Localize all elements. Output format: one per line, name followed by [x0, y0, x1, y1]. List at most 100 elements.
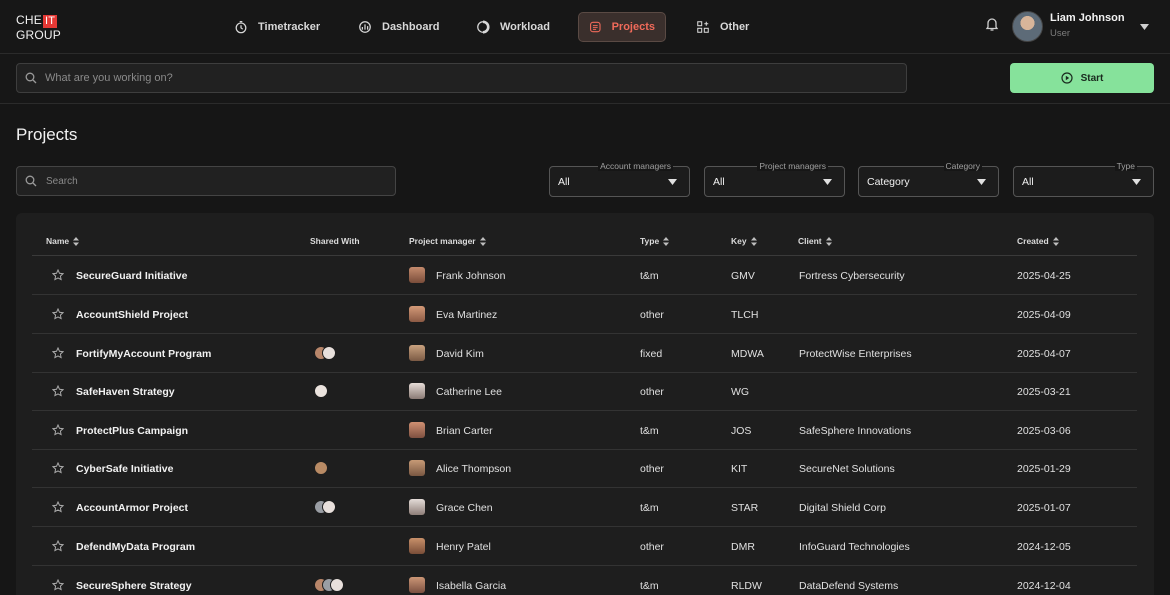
- filter-value: All: [558, 175, 570, 188]
- manager-avatar: [409, 422, 425, 438]
- time-entry-bar: What are you working on? Start: [0, 54, 1170, 104]
- shared-with-avatars[interactable]: [314, 346, 336, 360]
- column-label: Key: [731, 236, 747, 246]
- star-icon[interactable]: [52, 501, 64, 513]
- table-row[interactable]: SafeHaven Strategy Catherine Lee other W…: [32, 372, 1137, 411]
- client-name: SecureNet Solutions: [799, 463, 895, 475]
- column-label: Shared With: [310, 236, 360, 246]
- column-header-client[interactable]: Client: [798, 236, 832, 246]
- project-name[interactable]: AccountArmor Project: [76, 502, 188, 514]
- project-managers-select[interactable]: Project managers All: [704, 161, 845, 197]
- table-row[interactable]: AccountArmor Project Grace Chen t&m STAR…: [32, 488, 1137, 527]
- column-header-created[interactable]: Created: [1017, 236, 1059, 246]
- client-name: InfoGuard Technologies: [799, 541, 910, 553]
- column-header-key[interactable]: Key: [731, 236, 757, 246]
- project-type: other: [640, 463, 664, 475]
- column-label: Client: [798, 236, 822, 246]
- project-name[interactable]: CyberSafe Initiative: [76, 463, 173, 475]
- manager-avatar: [409, 460, 425, 476]
- chevron-down-icon: [668, 179, 677, 185]
- nav-dashboard[interactable]: Dashboard: [348, 12, 449, 42]
- table-row[interactable]: DefendMyData Program Henry Patel other D…: [32, 527, 1137, 566]
- star-icon[interactable]: [52, 347, 64, 359]
- work-description-input[interactable]: What are you working on?: [16, 63, 907, 93]
- sort-icon: [663, 236, 670, 246]
- filter-label: Type: [1114, 161, 1137, 171]
- project-search-input[interactable]: Search: [16, 166, 396, 196]
- project-name[interactable]: SecureSphere Strategy: [76, 580, 192, 592]
- star-icon[interactable]: [52, 462, 64, 474]
- star-icon[interactable]: [52, 385, 64, 397]
- column-header-project-manager[interactable]: Project manager: [409, 236, 486, 246]
- table-row[interactable]: SecureGuard Initiative Frank Johnson t&m…: [32, 256, 1137, 295]
- start-label: Start: [1080, 72, 1104, 84]
- shared-avatar: [322, 500, 336, 514]
- dashboard-icon: [359, 21, 371, 33]
- project-name[interactable]: AccountShield Project: [76, 309, 188, 321]
- created-date: 2025-04-25: [1017, 270, 1071, 282]
- work-input-placeholder: What are you working on?: [45, 72, 173, 84]
- shared-avatar: [314, 384, 328, 398]
- shared-avatar: [330, 578, 344, 592]
- project-key: TLCH: [731, 309, 759, 321]
- created-date: 2025-03-06: [1017, 425, 1071, 437]
- column-label: Project manager: [409, 236, 476, 246]
- search-icon: [25, 175, 37, 187]
- user-avatar[interactable]: [1012, 11, 1043, 42]
- column-header-name[interactable]: Name: [46, 236, 80, 246]
- table-row[interactable]: ProtectPlus Campaign Brian Carter t&m JO…: [32, 411, 1137, 450]
- sort-icon: [750, 236, 757, 246]
- column-header-type[interactable]: Type: [640, 236, 670, 246]
- sort-icon: [479, 236, 486, 246]
- type-select[interactable]: Type All: [1013, 161, 1154, 197]
- project-name[interactable]: DefendMyData Program: [76, 541, 195, 553]
- manager-name: Henry Patel: [436, 541, 491, 553]
- project-key: WG: [731, 386, 750, 398]
- shared-with-avatars[interactable]: [314, 500, 336, 514]
- table-row[interactable]: FortifyMyAccount Program David Kim fixed…: [32, 334, 1137, 373]
- star-icon[interactable]: [52, 540, 64, 552]
- project-type: fixed: [640, 348, 663, 360]
- manager-avatar: [409, 345, 425, 361]
- project-name[interactable]: SafeHaven Strategy: [76, 386, 175, 398]
- shared-with-avatars[interactable]: [314, 461, 328, 475]
- star-icon[interactable]: [52, 269, 64, 281]
- project-name[interactable]: SecureGuard Initiative: [76, 270, 187, 282]
- project-name[interactable]: FortifyMyAccount Program: [76, 348, 211, 360]
- created-date: 2025-03-21: [1017, 386, 1071, 398]
- shared-with-avatars[interactable]: [314, 384, 328, 398]
- company-logo[interactable]: CHE IT GROUP: [16, 13, 61, 43]
- shared-avatar: [314, 461, 328, 475]
- project-type: t&m: [640, 502, 659, 514]
- project-type: other: [640, 386, 664, 398]
- nav-other[interactable]: Other: [686, 12, 759, 42]
- nav-workload[interactable]: Workload: [466, 12, 560, 42]
- chevron-down-icon[interactable]: [1140, 24, 1149, 30]
- bell-icon[interactable]: [984, 16, 1000, 32]
- nav-projects[interactable]: Projects: [578, 12, 666, 42]
- project-key: STAR: [731, 502, 759, 514]
- shared-with-avatars[interactable]: [314, 578, 344, 592]
- table-row[interactable]: CyberSafe Initiative Alice Thompson othe…: [32, 449, 1137, 488]
- manager-avatar: [409, 577, 425, 593]
- project-name[interactable]: ProtectPlus Campaign: [76, 425, 188, 437]
- star-icon[interactable]: [52, 424, 64, 436]
- table-row[interactable]: AccountShield Project Eva Martinez other…: [32, 295, 1137, 334]
- star-icon[interactable]: [52, 579, 64, 591]
- nav-label: Other: [720, 21, 750, 33]
- table-row[interactable]: SecureSphere Strategy Isabella Garcia t&…: [32, 566, 1137, 595]
- category-select[interactable]: Category Category: [858, 161, 999, 197]
- user-name[interactable]: Liam Johnson: [1050, 12, 1125, 24]
- manager-avatar: [409, 538, 425, 554]
- nav-timetracker[interactable]: Timetracker: [224, 12, 330, 42]
- start-timer-button[interactable]: Start: [1010, 63, 1154, 93]
- search-placeholder: Search: [46, 175, 78, 187]
- manager-name: Frank Johnson: [436, 270, 506, 282]
- star-icon[interactable]: [52, 308, 64, 320]
- column-label: Created: [1017, 236, 1049, 246]
- manager-name: Isabella Garcia: [436, 580, 507, 592]
- sort-icon: [1052, 236, 1059, 246]
- project-type: t&m: [640, 425, 659, 437]
- account-managers-select[interactable]: Account managers All: [549, 161, 690, 197]
- filter-value: All: [1022, 175, 1034, 188]
